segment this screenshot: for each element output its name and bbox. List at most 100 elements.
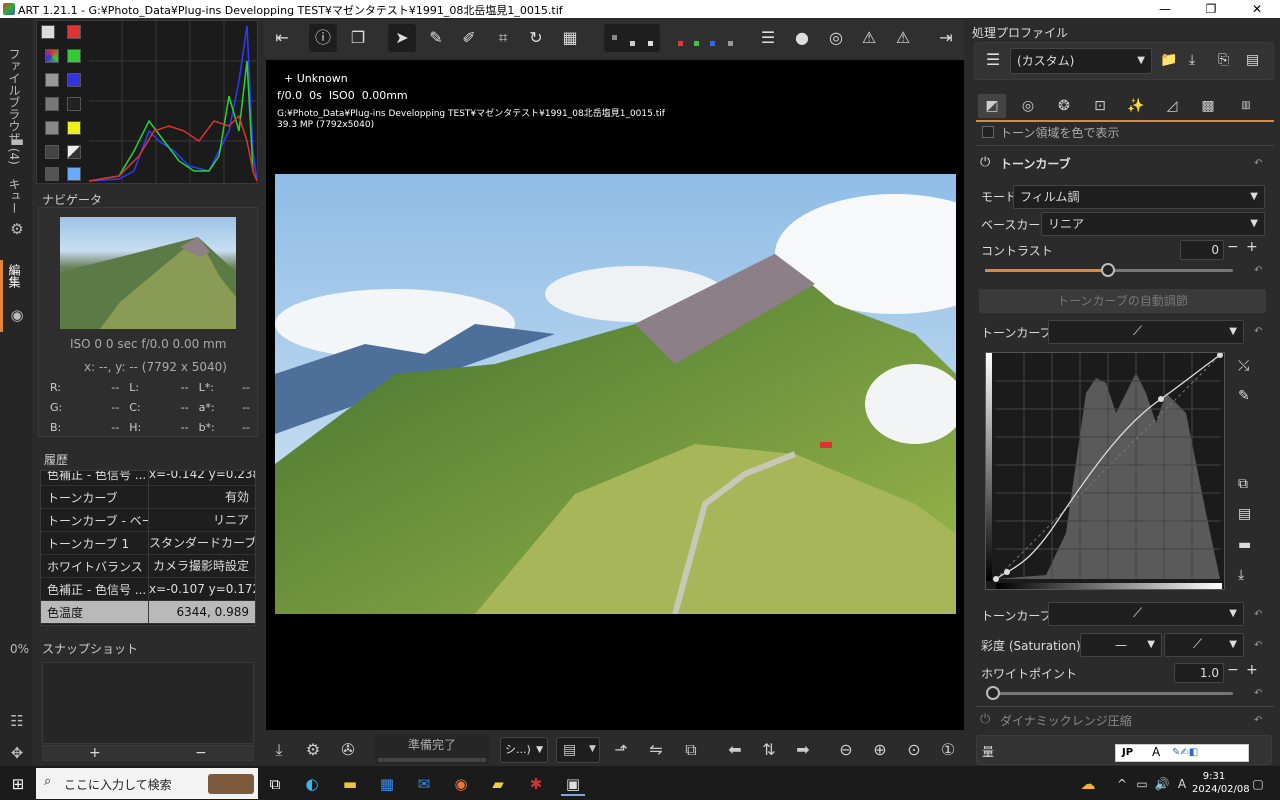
queue-gear-icon[interactable]: ⚙ [300,737,326,763]
ime-language[interactable]: JP [1122,747,1133,758]
ime-tools-icon[interactable]: ✎✍◧ [1172,747,1198,758]
tab-meta-icon[interactable]: ▥ [1232,94,1260,118]
reset-icon[interactable]: ↶ [1254,640,1262,651]
reset-icon[interactable]: ↶ [1254,326,1262,337]
external-editor-icon[interactable]: ✇ [335,737,361,763]
profile-select[interactable]: (カスタム) ▼ [1010,48,1152,74]
add-snapshot-button[interactable]: + [89,745,101,761]
power-icon[interactable]: ⏻ [980,155,990,170]
paste-curve-icon[interactable]: ▤ [1238,506,1251,522]
history-row-selected[interactable]: 色温度 6344, 0.989 [41,600,255,624]
white-balance-picker-icon[interactable]: ✐ [455,24,483,52]
curve-picker-icon[interactable]: ✎ [1238,388,1250,404]
curve2-type-select[interactable]: ⟋ ▼ [1048,602,1244,626]
notification-icon[interactable]: ▢ [1246,772,1270,796]
contrast-spin[interactable]: 0 [1180,240,1224,260]
paste-profile-icon[interactable]: ▤ [1246,52,1259,68]
open-profile-icon[interactable]: 📁 [1160,52,1177,68]
rotate-icon[interactable]: ↻ [522,24,550,52]
contrast-slider-knob[interactable] [1101,263,1115,277]
mode-select[interactable]: フィルム調 ▼ [1013,185,1265,209]
histogram-type-icon[interactable] [45,167,59,181]
reset-icon[interactable]: ↶ [1254,609,1262,620]
tab-effects-icon[interactable]: ✨ [1122,94,1150,118]
windows-start-icon[interactable]: ⊞ [6,772,30,796]
tone-curve-title[interactable]: トーンカーブ [1000,155,1071,172]
power-icon[interactable]: ⏻ [980,712,990,727]
bar-icon[interactable] [67,97,81,111]
histogram-toggle-icon[interactable] [41,25,55,39]
move-icon[interactable]: ✥ [8,744,26,762]
aperture-icon[interactable]: ◉ [8,306,26,324]
reset-icon[interactable]: ↶ [1254,158,1262,169]
luma-channel-button[interactable] [67,121,81,135]
tab-color-icon[interactable]: ❂ [1050,94,1078,118]
perspective-icon[interactable]: ▦ [556,24,584,52]
green-preview-icon[interactable] [694,41,699,46]
luminance-icon[interactable] [45,73,59,87]
reset-icon[interactable]: ↶ [1254,715,1262,726]
save-profile-icon[interactable]: ⤓ [1189,52,1195,68]
mail-icon[interactable]: ✉ [412,772,436,796]
whitepoint-spin[interactable]: 1.0 [1174,663,1224,683]
ime-mode[interactable]: A [1152,745,1160,759]
base-curve-select[interactable]: リニア ▼ [1041,212,1265,236]
preview-image[interactable] [275,174,956,614]
previous-image-icon[interactable]: ⬅ [722,737,748,763]
saturation-mode-select[interactable]: — ▼ [1080,633,1162,657]
copy-profile-icon[interactable]: ⎘ [1218,52,1229,68]
highlight-clip-warning-icon[interactable]: ⚠ [889,24,917,52]
load-curve-icon[interactable]: ▬ [1238,537,1251,553]
view-mode-select[interactable]: シ...) ▼ [500,737,548,763]
history-row[interactable]: 色補正 - 色信号 ... x=-0.107 y=0.172 [41,577,255,601]
tab-local-icon[interactable]: ⊡ [1086,94,1114,118]
copy-curve-icon[interactable]: ⧉ [1238,476,1248,492]
history-row[interactable]: トーンカーブ 1 スタンダードカーブ [41,531,255,555]
before-after-icon[interactable]: ❐ [344,24,372,52]
history-row[interactable]: 色補正 - 色信号 ... x=-0.142 y=0.238 [41,471,255,486]
clip-circle-icon[interactable]: ◎ [822,24,850,52]
preview-light-icon[interactable] [648,41,653,46]
tab-queue[interactable]: キュー [6,178,23,214]
file-explorer-icon[interactable]: ▬ [338,772,362,796]
tab-exposure-icon[interactable]: ◩ [978,94,1006,118]
scale-icon[interactable] [45,145,59,159]
increment-button[interactable]: + [1246,239,1258,255]
rotate-left-icon[interactable]: ⬏ [608,737,634,763]
history-row[interactable]: トーンカーブ 有効 [41,485,255,509]
sticky-notes-icon[interactable]: ▰ [486,772,510,796]
art-taskbar-icon[interactable]: ▣ [561,772,585,796]
red-preview-icon[interactable] [678,41,683,46]
zoom-in-icon[interactable]: ⊕ [867,737,893,763]
save-image-icon[interactable]: ⤓ [266,737,292,763]
green-channel-button[interactable] [67,49,81,63]
tone-curve-editor[interactable] [985,352,1225,590]
zoom-100-icon[interactable]: ① [935,737,961,763]
show-region-colors-checkbox[interactable] [982,126,994,138]
whitepoint-slider-knob[interactable] [986,686,1000,700]
folder-icon[interactable]: ▬ [8,132,26,150]
hand-tool-icon[interactable]: ➤ [388,24,416,52]
sync-icon[interactable]: ⇅ [756,737,782,763]
tab-transform-icon[interactable]: ◿ [1158,94,1186,118]
zoom-out-icon[interactable]: ⊖ [833,737,859,763]
profile-list-icon[interactable]: ☰ [980,50,1006,72]
detail-window-icon[interactable]: ⧉ [678,737,704,763]
focus-mask-icon[interactable]: ☰ [754,24,782,52]
raw-icon[interactable] [45,97,59,111]
luminance-preview-icon[interactable] [728,41,733,46]
decrement-button[interactable]: − [1227,239,1239,255]
app-icon[interactable]: ✱ [524,772,548,796]
pointer-icon[interactable] [67,167,81,181]
edit-point-icon[interactable]: ⤯ [1238,358,1249,374]
blue-channel-button[interactable] [67,73,81,87]
whitepoint-slider[interactable] [986,686,1233,700]
weather-icon[interactable]: ☁ [1076,772,1100,796]
edge-icon[interactable]: ◐ [300,772,324,796]
maximize-button[interactable]: ❐ [1188,0,1234,18]
sliders-icon[interactable]: ☷ [8,712,26,730]
taskbar-search[interactable]: ⌕ ここに入力して検索 [36,768,258,799]
history-row[interactable]: ホワイトバランス モー...カメラ撮影時設定 [41,554,255,578]
zoom-fit-icon[interactable]: ⊙ [901,737,927,763]
gear-icon[interactable]: ⚙ [8,220,26,238]
